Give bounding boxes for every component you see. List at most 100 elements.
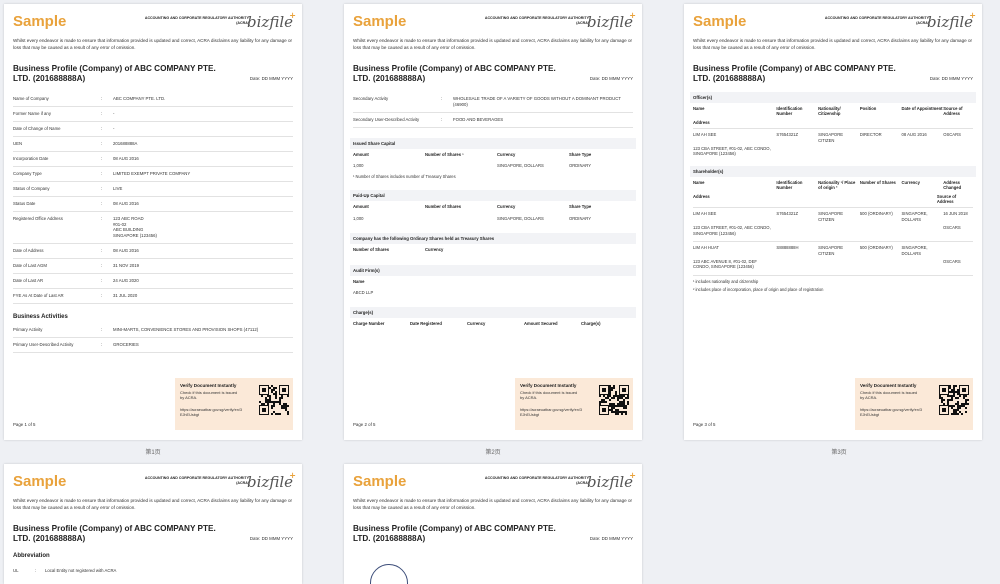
authority-name: ACCOUNTING AND CORPORATE REGULATORY AUTH…	[484, 476, 589, 485]
row-colon: :	[441, 96, 443, 101]
table-cell: Name	[693, 106, 705, 111]
row-colon: :	[101, 186, 103, 191]
table-cell	[943, 245, 973, 256]
table-cell	[773, 225, 943, 236]
row-label: FYE As At Date of Last AR	[13, 292, 64, 298]
table-header: Name Identification Number Nationality/ Ci…	[693, 103, 973, 120]
table-header: Address Source of Address	[693, 193, 957, 205]
sample-watermark: Sample	[693, 13, 747, 30]
row-colon: :	[101, 126, 103, 131]
table-cell: OSCARS	[943, 132, 961, 138]
page-header: Sample ACCOUNTING AND CORPORATE REGULATO…	[353, 470, 636, 492]
row-colon: :	[101, 326, 103, 332]
table-cell: LIM AH SEE	[693, 211, 717, 217]
disclaimer: Whilst every endeavor is made to ensure …	[693, 38, 973, 50]
footnote: ² includes place of incorporation, place…	[693, 286, 824, 292]
page-1: Sample ACCOUNTING AND CORPORATE REGULATO…	[4, 4, 302, 440]
section-title: Charge(s)	[350, 307, 636, 319]
table-header: Name Identification Number Nationality ¹/ …	[693, 177, 973, 194]
row-value: FOOD AND BEVERAGES	[453, 116, 504, 122]
table-row: Secondary Activity: WHOLESALE TRADE OF A …	[353, 92, 633, 113]
table-cell: Nationality ¹/ Place of origin ²	[818, 179, 856, 191]
table-cell: Number of Shares ¹	[425, 151, 464, 157]
table-cell: Currency	[901, 179, 920, 185]
page-number: Page 2 of 5	[353, 422, 376, 427]
table-cell: SINGAPORE, DOLLARS	[497, 215, 544, 221]
table-header: Number of Shares Currency	[353, 244, 633, 255]
table-cell: ORDINARY	[569, 215, 592, 221]
row-label: Date of Change of Name	[13, 126, 61, 131]
table-row: 123 ABC AVENUE 8, #01-02, DEF CONDO, SIN…	[693, 259, 973, 276]
table-cell: Number of Shares	[859, 179, 896, 185]
doc-date: Date: DD MMM YYYY	[249, 76, 293, 81]
row-colon: :	[101, 111, 103, 116]
table-cell: Currency	[497, 204, 516, 210]
section-title: Paid-Up Capital	[350, 190, 636, 202]
table-cell: Share Type	[569, 151, 592, 157]
row-label: UEN	[13, 141, 23, 146]
row-label: Incorporation Date	[13, 156, 49, 161]
row-value: -	[113, 126, 115, 131]
bizfile-logo: bizfile +	[247, 10, 296, 31]
table-header: Amount Number of Shares ¹ Currency Share Ty…	[353, 149, 633, 160]
doc-title: Business Profile (Company) of ABC COMPAN…	[693, 64, 896, 83]
table-cell: Name	[693, 179, 705, 185]
disclaimer: Whilst every endeavor is made to ensure …	[13, 38, 293, 50]
bizfile-logo: bizfile +	[587, 470, 636, 491]
table-cell: SINGAPORE CITIZEN	[818, 132, 844, 143]
row-value: ABC COMPANY PTE. LTD.	[113, 96, 166, 101]
table-cell: 16 JUN 2018	[943, 211, 968, 217]
verify-link[interactable]: https://acraeuatbar.gov.sg/verify/en/3EJ…	[520, 408, 584, 418]
table-row: LIM AH SEE S7654321Z SINGAPORE CITIZEN 500 …	[693, 208, 973, 225]
table-row: LIM AH SEE S7654321Z SINGAPORE CITIZEN DIRE…	[693, 129, 973, 146]
table-row: Status Date: 08 AUG 2016	[13, 197, 293, 212]
table-cell: 1,000	[353, 215, 364, 221]
row-label: Status Date	[13, 201, 36, 206]
row-colon: :	[101, 141, 103, 146]
qr-code-icon	[939, 385, 969, 415]
row-value: 123 ABC ROAD #01-02 ABC BUILDING SINGAPO…	[113, 216, 157, 238]
page-3: Sample ACCOUNTING AND CORPORATE REGULATO…	[684, 4, 982, 440]
sample-watermark: Sample	[353, 473, 407, 490]
table-row: 123 CBA STREET, #01-02, ABC CONDO, SINGA…	[693, 225, 973, 243]
page-caption: 第3页	[831, 450, 847, 456]
table-cell: Address Changed	[943, 179, 962, 191]
verify-link[interactable]: https://acraeuatbar.gov.sg/verify/en/3EJ…	[860, 408, 924, 418]
table-row: Secondary User-Described Activity: FOOD A…	[353, 113, 633, 128]
row-value: WHOLESALE TRADE OF A VARIETY OF GOODS WI…	[453, 96, 621, 107]
page-number: Page 3 of 5	[693, 422, 716, 427]
table-cell: Currency	[425, 247, 444, 253]
page-2: Sample ACCOUNTING AND CORPORATE REGULATO…	[344, 4, 642, 440]
page-header: Sample ACCOUNTING AND CORPORATE REGULATO…	[13, 10, 296, 32]
row-colon: :	[101, 201, 103, 206]
row-colon: :	[101, 277, 103, 283]
page-header: Sample ACCOUNTING AND CORPORATE REGULATO…	[13, 470, 296, 492]
table-cell: SINGAPORE, DOLLARS	[901, 245, 928, 256]
section-title: Business Activities	[13, 313, 68, 320]
verify-link[interactable]: https://acraeuatbar.gov.sg/verify/en/3EJ…	[180, 408, 244, 418]
table-cell: OSCARS	[943, 225, 961, 231]
row-label: Date of Last AGM	[13, 262, 47, 268]
table-cell: Date Registered	[410, 321, 442, 327]
doc-title: Business Profile (Company) of ABC COMPAN…	[353, 524, 556, 543]
row-value: 08 AUG 2016	[113, 201, 139, 206]
row-colon: :	[101, 171, 103, 176]
verify-box: Verify Document Instantly Check if this …	[515, 378, 633, 430]
row-value: 31 NOV 2019	[113, 262, 140, 268]
row-value: 08 AUG 2016	[113, 247, 139, 253]
row-label: Secondary Activity	[353, 96, 389, 101]
bizfile-logo: bizfile +	[247, 470, 296, 491]
table-cell: 123 CBA STREET, #01-02, ABC CONDO, SINGA…	[693, 225, 771, 236]
doc-title: Business Profile (Company) of ABC COMPAN…	[353, 64, 556, 83]
profile-table: Name of Company: ABC COMPANY PTE. LTD. For…	[13, 92, 293, 353]
table-row: Company Type: LIMITED EXEMPT PRIVATE COMP…	[13, 167, 293, 182]
officers-section: Officer(s) Name Identification Number Nati…	[690, 92, 976, 295]
doc-title: Business Profile (Company) of ABC COMPAN…	[13, 524, 216, 543]
row-value: 24 AUG 2020	[113, 277, 139, 283]
doc-title: Business Profile (Company) of ABC COMPAN…	[13, 64, 216, 83]
table-row: Date of Last AGM: 31 NOV 2019	[13, 259, 293, 274]
table-cell: ORDINARY	[569, 162, 592, 168]
table-cell: S7654321Z	[776, 211, 799, 217]
table-cell	[773, 259, 943, 270]
qr-code-icon	[259, 385, 289, 415]
